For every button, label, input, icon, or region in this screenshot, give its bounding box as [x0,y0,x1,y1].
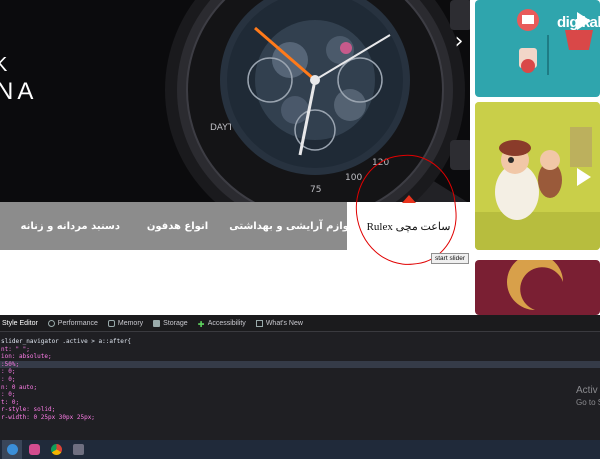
hero-title-line1: K [0,54,12,76]
app-icon [28,444,40,455]
performance-label: Performance [57,319,98,327]
devtools-panel: Style Editor Performance Memory Storage … [0,315,600,440]
code-line-selected[interactable]: :50%; [0,360,600,369]
tab-storage[interactable]: Storage [150,319,195,327]
activate-windows-watermark: Activ Go to S [576,385,600,407]
play-icon[interactable] [577,12,591,30]
code-line[interactable]: slider_navigator .active > a::after{ [0,338,600,346]
code-line[interactable]: n: 0 auto; [0,384,600,392]
code-line[interactable] [0,422,600,430]
taskbar [0,440,600,459]
style-editor-label: Style Editor [2,319,38,327]
storage-label: Storage [163,319,188,327]
tab-performance[interactable]: Performance [45,319,105,327]
watermark-line2: Go to S [576,398,600,407]
start-slider-button[interactable]: start slider [431,253,469,264]
accessibility-label: Accessibility [207,319,246,327]
code-line[interactable]: t: 0; [0,399,600,407]
tab-headphones[interactable]: انواع هدفون [120,202,235,250]
performance-icon [47,319,55,327]
taskbar-app-p[interactable] [68,440,88,459]
code-line[interactable]: ion: absolute; [0,353,600,361]
side-banner-ramadan[interactable] [475,260,600,315]
svg-text:100: 100 [345,173,362,183]
code-line[interactable]: : 0; [0,368,600,376]
play-icon[interactable] [577,168,591,186]
code-line[interactable]: r-width: 0 25px 30px 25px; [0,414,600,422]
css-code-editor[interactable]: slider_navigator .active > a::after{ nt:… [0,332,600,429]
whats-new-icon [255,319,263,327]
chrome-icon [50,444,62,455]
tab-memory[interactable]: Memory [105,319,150,327]
whats-new-label: What's New [265,319,303,327]
side-banner-cartoon[interactable] [475,102,600,250]
app-p-icon [72,444,84,455]
devtools-tab-bar: Style Editor Performance Memory Storage … [0,315,600,332]
accessibility-icon: ✚ [197,319,205,329]
screen: K NA 240 120 100 75 DAYTONA [0,0,600,459]
tab-bracelets[interactable]: دسنبد مردانه و زنانه [0,202,120,250]
tab-accessibility[interactable]: ✚ Accessibility [195,319,253,329]
taskbar-chrome[interactable] [46,440,66,459]
memory-label: Memory [117,319,144,327]
tab-whats-new[interactable]: What's New [253,319,310,327]
svg-text:75: 75 [310,185,321,195]
memory-icon [107,319,115,327]
hero-title-line2: NA [0,78,38,105]
code-line[interactable]: nt: " "; [0,346,600,354]
code-line[interactable]: : 0; [0,391,600,399]
side-banner-digikala[interactable]: digikala [475,0,600,97]
tab-style-editor[interactable]: Style Editor [0,320,45,327]
watermark-line1: Activ [576,385,598,396]
edge-icon [6,444,18,455]
code-line[interactable]: : 0; [0,376,600,384]
taskbar-app[interactable] [24,440,44,459]
storage-icon [153,319,161,327]
crescent-illustration [507,260,563,310]
code-line[interactable]: r-style: solid; [0,406,600,414]
tab-cosmetics[interactable]: لوازم آرایشی و بهداشتی [229,202,353,250]
slider-next-arrow[interactable]: › [452,30,466,54]
taskbar-edge[interactable] [2,440,22,459]
